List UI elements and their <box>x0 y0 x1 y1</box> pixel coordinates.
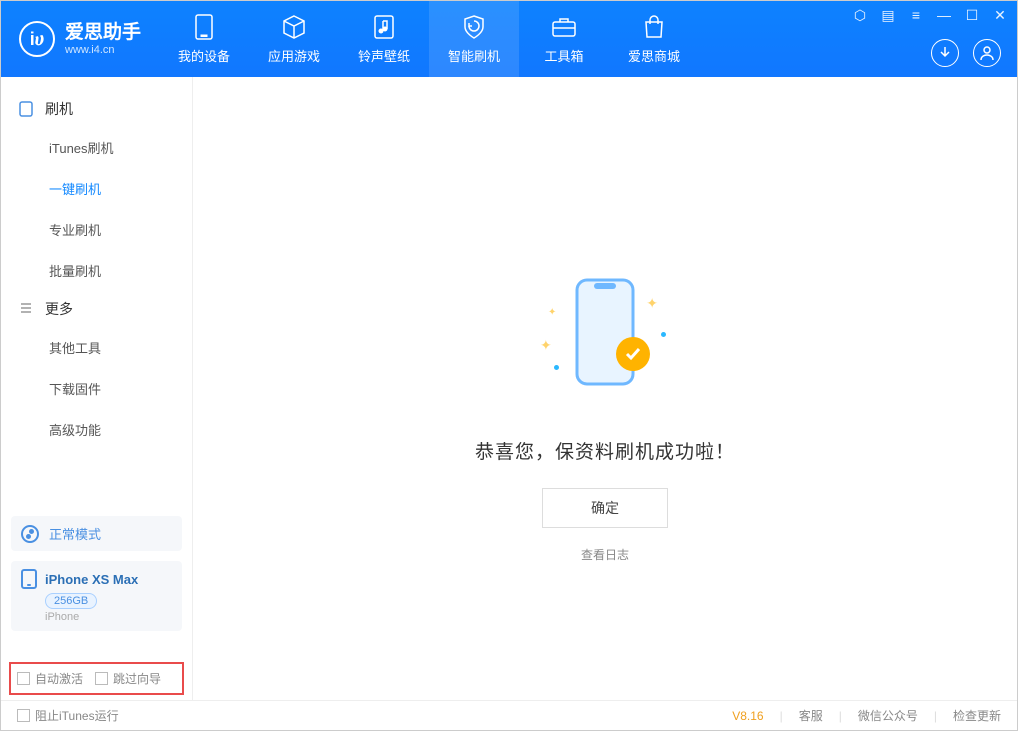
auto-activate-checkbox[interactable]: 自动激活 <box>17 670 83 687</box>
view-log-link[interactable]: 查看日志 <box>193 546 1017 563</box>
device-icon <box>19 101 35 117</box>
nav-label: 应用游戏 <box>268 46 320 65</box>
nav-ringtones[interactable]: 铃声壁纸 <box>339 1 429 77</box>
checkbox-icon <box>17 672 30 685</box>
device-capacity: 256GB <box>45 593 97 609</box>
skip-guide-checkbox[interactable]: 跳过向导 <box>95 670 161 687</box>
group-title: 刷机 <box>45 99 73 119</box>
nav-label: 爱思商城 <box>628 46 680 65</box>
sidebar-item-other-tools[interactable]: 其他工具 <box>1 327 192 368</box>
sidebar-item-pro-flash[interactable]: 专业刷机 <box>1 209 192 250</box>
nav-label: 工具箱 <box>545 46 584 65</box>
nav-label: 我的设备 <box>178 46 230 65</box>
close-button[interactable]: ✕ <box>991 7 1009 24</box>
sparkle-icon: ✦ <box>646 295 658 312</box>
app-name: 爱思助手 <box>65 23 141 42</box>
nav-toolbox[interactable]: 工具箱 <box>519 1 609 77</box>
device-name: iPhone XS Max <box>45 572 138 587</box>
sidebar-item-itunes-flash[interactable]: iTunes刷机 <box>1 127 192 168</box>
mode-label: 正常模式 <box>49 524 101 543</box>
options-highlight: 自动激活 跳过向导 <box>9 662 184 695</box>
window-controls: ⬡ ▤ ≡ — ☐ ✕ <box>851 7 1009 24</box>
nav-label: 铃声壁纸 <box>358 46 410 65</box>
device-type: iPhone <box>45 611 172 623</box>
app-header: iሀ 爱思助手 www.i4.cn 我的设备 应用游戏 铃声壁纸 智能刷机 工具… <box>1 1 1017 77</box>
app-logo: iሀ 爱思助手 www.i4.cn <box>1 21 159 57</box>
mode-icon <box>21 525 39 543</box>
music-icon <box>371 14 397 40</box>
block-itunes-checkbox[interactable]: 阻止iTunes运行 <box>17 707 119 724</box>
sidebar-item-advanced[interactable]: 高级功能 <box>1 409 192 450</box>
ok-button[interactable]: 确定 <box>542 488 668 528</box>
nav-apps-games[interactable]: 应用游戏 <box>249 1 339 77</box>
footer-link-wechat[interactable]: 微信公众号 <box>858 707 918 724</box>
more-icon <box>19 301 35 317</box>
list-icon[interactable]: ▤ <box>879 7 897 24</box>
nav-smart-flash[interactable]: 智能刷机 <box>429 1 519 77</box>
checkbox-icon <box>17 709 30 722</box>
phone-icon <box>21 569 37 589</box>
phone-icon <box>191 14 217 40</box>
group-title: 更多 <box>45 299 73 319</box>
sidebar-item-batch-flash[interactable]: 批量刷机 <box>1 250 192 291</box>
checkbox-label: 跳过向导 <box>113 670 161 687</box>
user-button[interactable] <box>973 39 1001 67</box>
success-badge-icon <box>616 337 650 371</box>
top-nav: 我的设备 应用游戏 铃声壁纸 智能刷机 工具箱 爱思商城 <box>159 1 699 77</box>
shield-icon <box>461 14 487 40</box>
sparkle-icon: ✦ <box>548 307 556 318</box>
dot-icon <box>554 365 559 370</box>
footer-link-update[interactable]: 检查更新 <box>953 707 1001 724</box>
nav-store[interactable]: 爱思商城 <box>609 1 699 77</box>
download-button[interactable] <box>931 39 959 67</box>
sidebar-group-flash: 刷机 <box>1 91 192 127</box>
version-label: V8.16 <box>732 709 763 723</box>
bag-icon <box>641 14 667 40</box>
device-mode[interactable]: 正常模式 <box>11 516 182 551</box>
checkbox-label: 阻止iTunes运行 <box>35 707 119 724</box>
main-content: ✦ ✦ ✦ 恭喜您，保资料刷机成功啦！ 确定 查看日志 <box>193 77 1017 700</box>
nav-label: 智能刷机 <box>448 46 500 65</box>
sidebar-group-more: 更多 <box>1 291 192 327</box>
app-url: www.i4.cn <box>65 44 141 56</box>
success-illustration: ✦ ✦ ✦ <box>540 277 670 407</box>
phone-outline-icon <box>574 277 636 387</box>
sidebar: 刷机 iTunes刷机 一键刷机 专业刷机 批量刷机 更多 其他工具 下载固件 … <box>1 77 193 700</box>
sidebar-item-download-firmware[interactable]: 下载固件 <box>1 368 192 409</box>
footer-link-support[interactable]: 客服 <box>799 707 823 724</box>
cube-icon <box>281 14 307 40</box>
checkbox-icon <box>95 672 108 685</box>
sparkle-icon: ✦ <box>540 337 552 354</box>
menu-icon[interactable]: ≡ <box>907 7 925 24</box>
device-panel: 正常模式 iPhone XS Max 256GB iPhone <box>11 516 182 631</box>
sidebar-item-oneclick-flash[interactable]: 一键刷机 <box>1 168 192 209</box>
checkbox-label: 自动激活 <box>35 670 83 687</box>
nav-my-device[interactable]: 我的设备 <box>159 1 249 77</box>
device-info[interactable]: iPhone XS Max 256GB iPhone <box>11 561 182 631</box>
minimize-button[interactable]: — <box>935 7 953 24</box>
toolbox-icon <box>551 14 577 40</box>
success-message: 恭喜您，保资料刷机成功啦！ <box>193 437 1017 464</box>
dot-icon <box>661 332 666 337</box>
header-actions <box>931 39 1001 67</box>
logo-icon: iሀ <box>19 21 55 57</box>
status-bar: 阻止iTunes运行 V8.16 | 客服 | 微信公众号 | 检查更新 <box>1 700 1017 730</box>
shirt-icon[interactable]: ⬡ <box>851 7 869 24</box>
maximize-button[interactable]: ☐ <box>963 7 981 24</box>
